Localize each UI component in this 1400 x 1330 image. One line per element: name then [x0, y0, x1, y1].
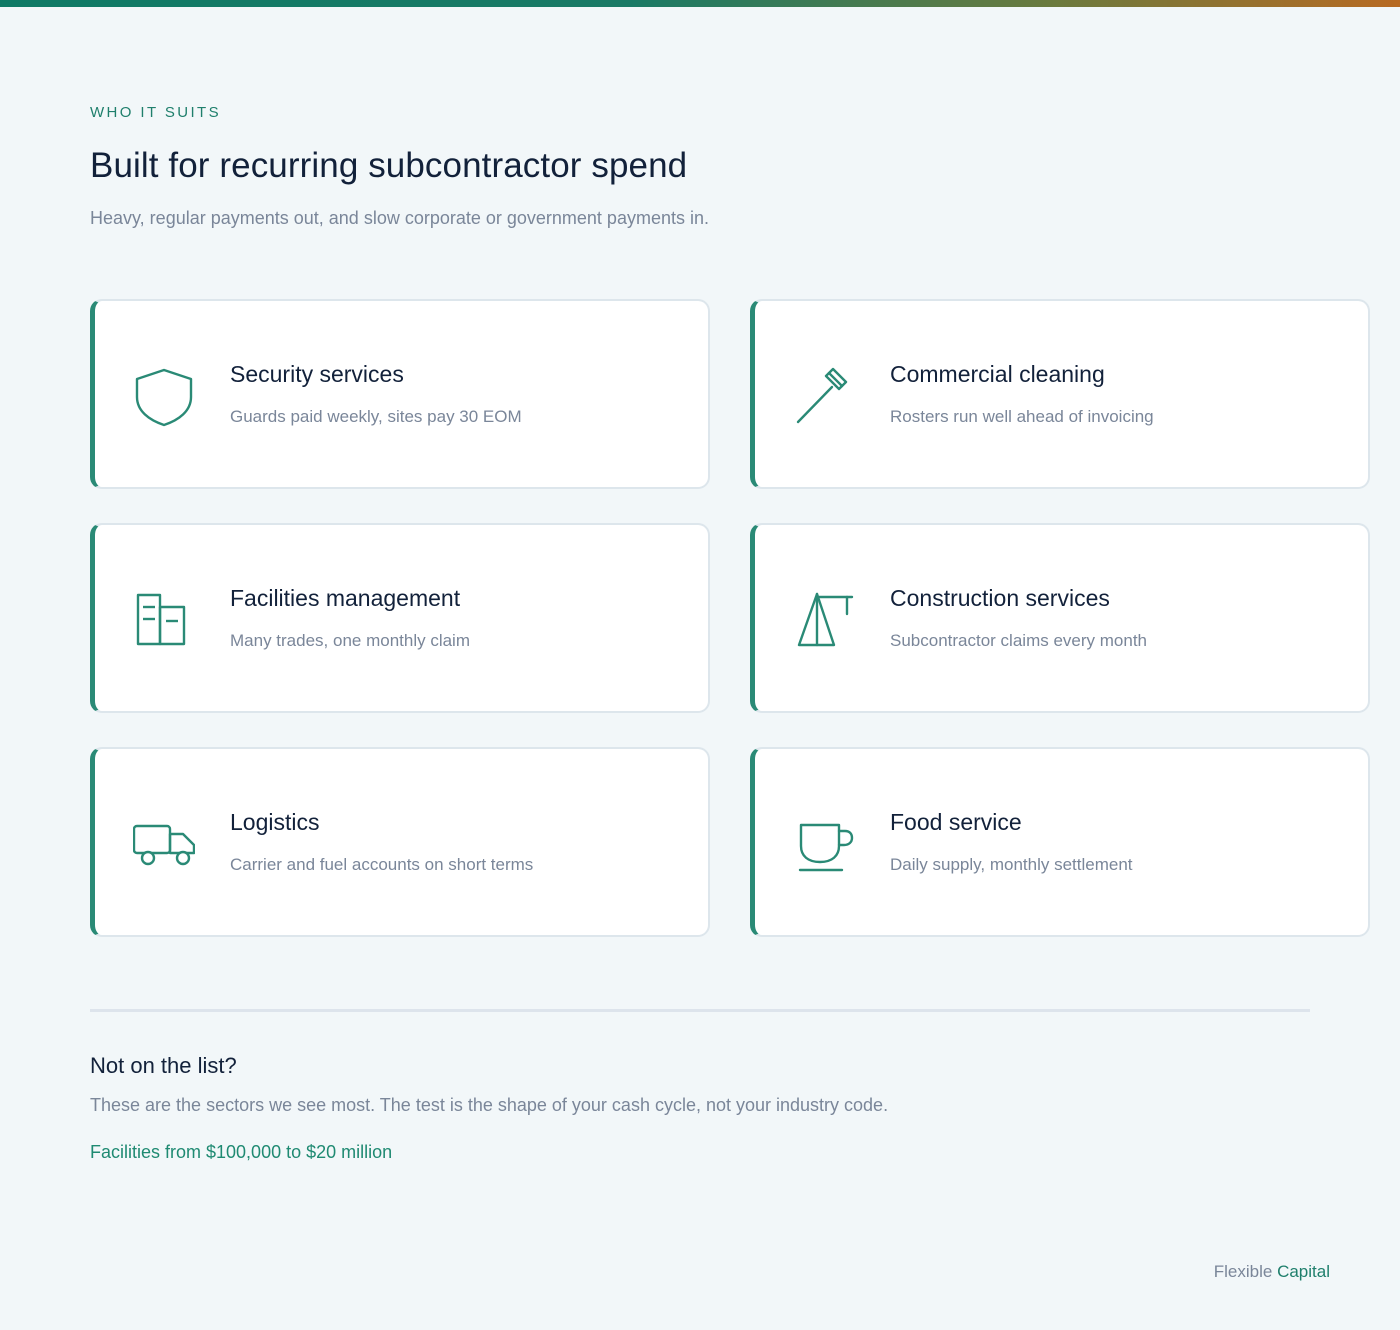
card-title: Logistics — [230, 809, 320, 835]
shield-icon — [133, 366, 195, 428]
card-description: Many trades, one monthly claim — [230, 631, 470, 650]
card-description: Daily supply, monthly settlement — [890, 855, 1133, 874]
section-eyebrow: WHO IT SUITS — [90, 104, 222, 121]
page-subtitle: Heavy, regular payments out, and slow co… — [90, 208, 709, 228]
card-title: Security services — [230, 361, 404, 387]
brand-name-part1: Flexible — [1213, 1262, 1273, 1281]
not-on-list-text: These are the sectors we see most. The t… — [90, 1095, 889, 1115]
brand-logo[interactable]: Flexible Capital — [1214, 1262, 1330, 1282]
mop-icon — [793, 366, 855, 428]
facilities-range: Facilities from $100,000 to $20 million — [90, 1142, 393, 1162]
card-description: Guards paid weekly, sites pay 30 EOM — [230, 407, 522, 426]
sector-card-food: Food service Daily supply, monthly settl… — [750, 747, 1370, 937]
sector-card-logistics: Logistics Carrier and fuel accounts on s… — [90, 747, 710, 937]
card-title: Commercial cleaning — [890, 361, 1105, 387]
card-title: Construction services — [890, 585, 1110, 611]
card-title: Facilities management — [230, 585, 461, 611]
crane-icon — [793, 590, 855, 652]
card-title: Food service — [890, 809, 1022, 835]
truck-icon — [133, 814, 195, 876]
building-icon — [133, 590, 195, 652]
cup-icon — [793, 814, 855, 876]
card-description: Carrier and fuel accounts on short terms — [230, 855, 534, 874]
card-description: Rosters run well ahead of invoicing — [890, 407, 1154, 426]
top-accent-bar — [0, 0, 1400, 7]
sector-card-cleaning: Commercial cleaning Rosters run well ahe… — [750, 299, 1370, 489]
not-on-list-heading: Not on the list? — [90, 1053, 237, 1078]
section-divider — [90, 1009, 1310, 1012]
card-description: Subcontractor claims every month — [890, 631, 1147, 650]
brand-name-part2: Capital — [1277, 1262, 1330, 1281]
sector-card-security: Security services Guards paid weekly, si… — [90, 299, 710, 489]
page-title: Built for recurring subcontractor spend — [90, 146, 688, 185]
sector-card-construction: Construction services Subcontractor clai… — [750, 523, 1370, 713]
sector-card-facilities: Facilities management Many trades, one m… — [90, 523, 710, 713]
